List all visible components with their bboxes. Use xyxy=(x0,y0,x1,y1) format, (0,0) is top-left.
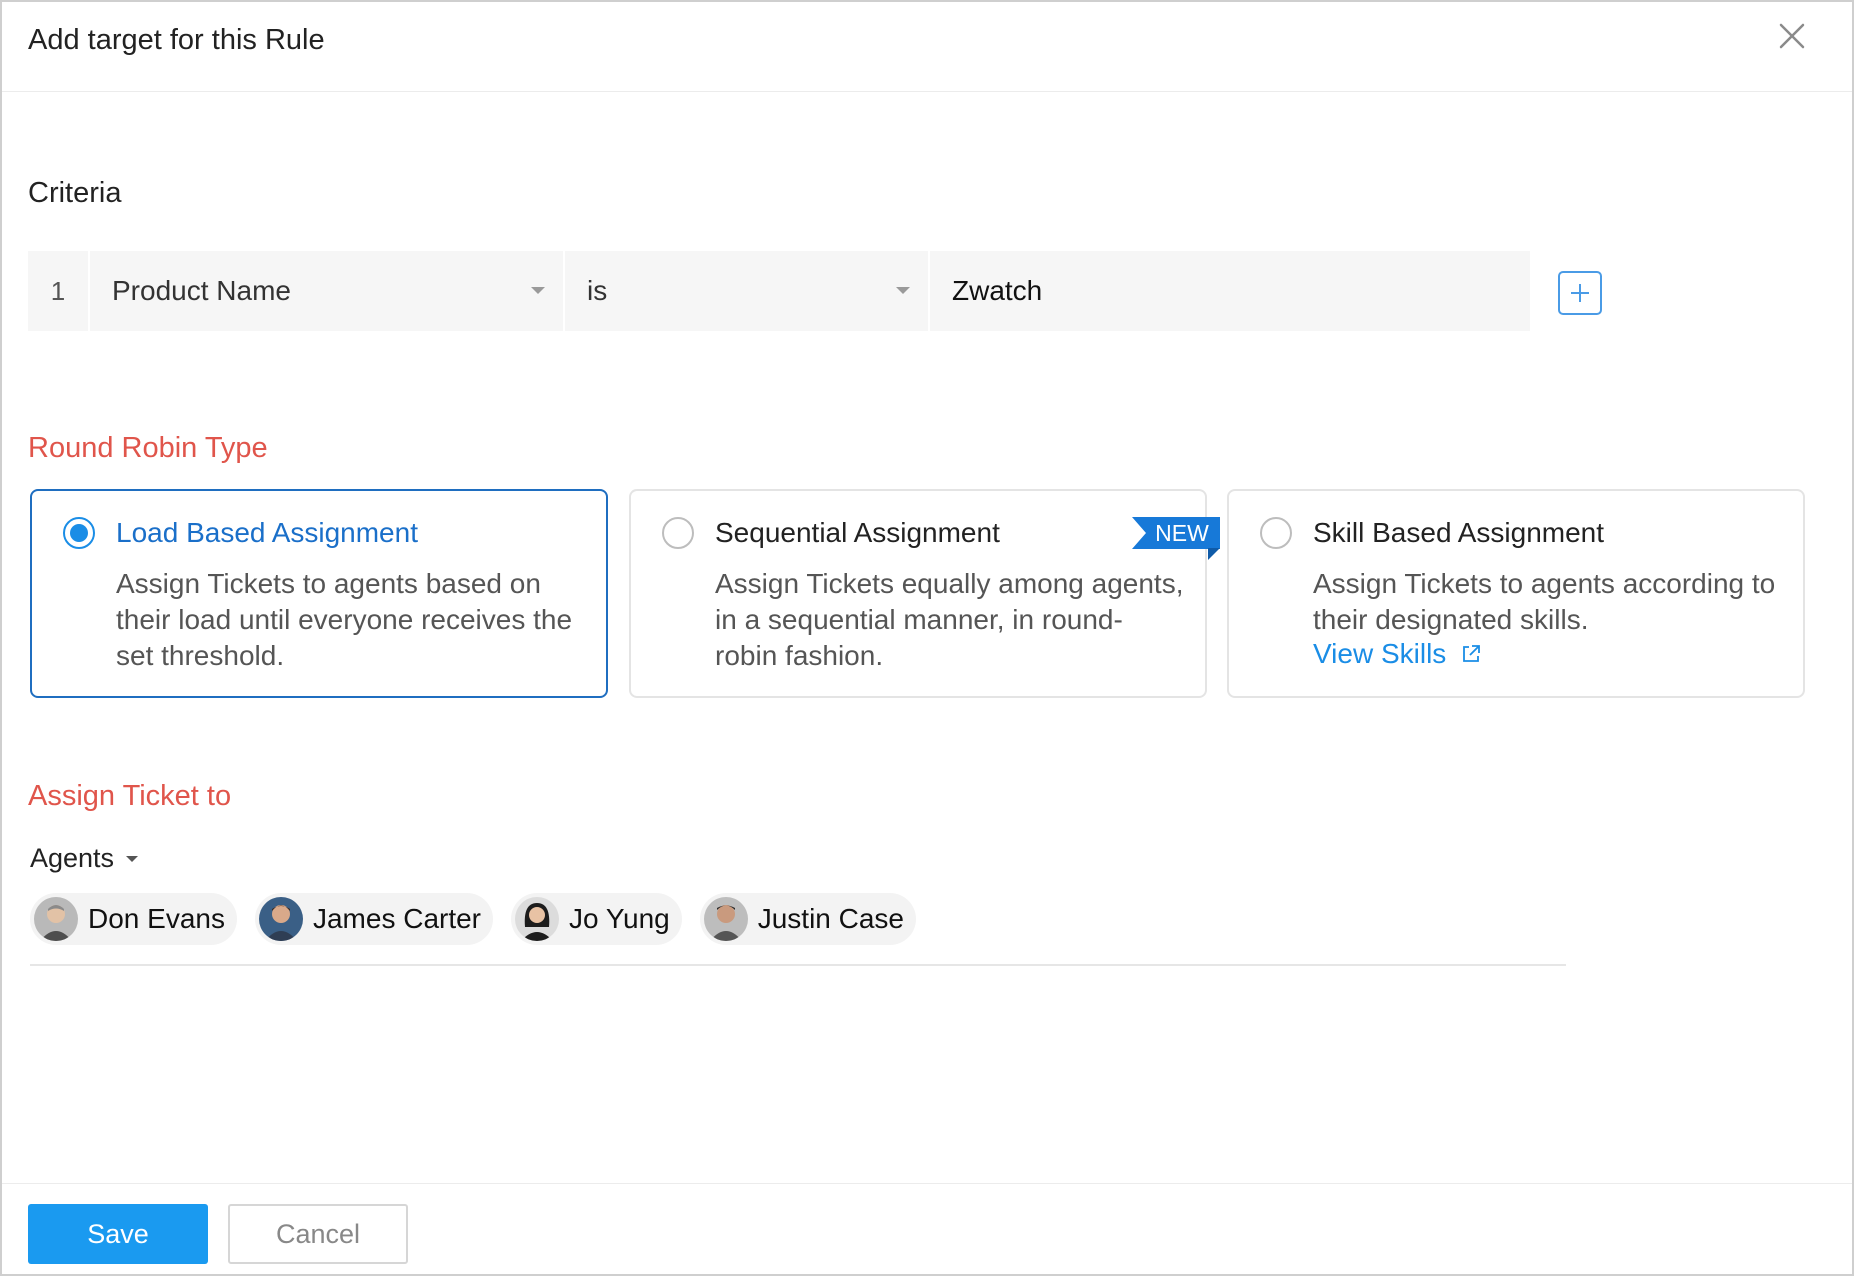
option-title: Skill Based Assignment xyxy=(1313,517,1605,548)
add-target-dialog: Add target for this Rule Criteria 1 Prod… xyxy=(0,0,1854,1276)
criteria-label: Criteria xyxy=(28,177,122,209)
assign-ticket-label: Assign Ticket to xyxy=(28,780,232,812)
close-icon[interactable] xyxy=(1776,20,1808,52)
avatar xyxy=(703,897,748,941)
radio-skill-based[interactable] xyxy=(1260,517,1292,549)
agent-chips[interactable]: Don Evans James Carter Jo Yung Justin Ca… xyxy=(30,893,1566,966)
assign-type-value: Agents xyxy=(30,843,115,873)
criteria-index: 1 xyxy=(28,251,90,331)
criteria-operator-value: is xyxy=(587,275,608,306)
round-robin-type-label: Round Robin Type xyxy=(28,432,268,464)
radio-load-based[interactable] xyxy=(63,517,95,549)
dialog-title: Add target for this Rule xyxy=(28,24,325,56)
badge-fold xyxy=(1208,548,1220,560)
criteria-value-text: Zwatch xyxy=(952,275,1043,306)
criteria-field-value: Product Name xyxy=(112,275,291,306)
view-skills-link[interactable]: View Skills xyxy=(1313,638,1482,670)
external-link-icon xyxy=(1463,645,1480,662)
dialog-header: Add target for this Rule xyxy=(2,2,1852,92)
agent-chip[interactable]: Justin Case xyxy=(699,893,917,945)
agent-name: Justin Case xyxy=(757,903,905,934)
agent-chip[interactable]: Don Evans xyxy=(30,893,237,945)
view-skills-label: View Skills xyxy=(1313,638,1447,669)
avatar xyxy=(515,897,560,941)
option-skill-based[interactable]: Skill Based Assignment Assign Tickets to… xyxy=(1227,489,1805,698)
agent-chip[interactable]: James Carter xyxy=(254,893,494,945)
agent-name: James Carter xyxy=(312,903,482,934)
radio-sequential[interactable] xyxy=(662,517,694,549)
option-load-based[interactable]: Load Based Assignment Assign Tickets to … xyxy=(30,489,608,698)
cancel-button[interactable]: Cancel xyxy=(228,1204,408,1264)
avatar xyxy=(34,897,78,941)
option-description: Assign Tickets to agents according to th… xyxy=(1313,568,1776,635)
add-criteria-button[interactable] xyxy=(1558,271,1602,315)
option-title: Sequential Assignment xyxy=(715,517,1000,548)
criteria-field-select[interactable]: Product Name xyxy=(90,251,565,331)
criteria-operator-select[interactable]: is xyxy=(565,251,930,331)
option-description: Assign Tickets to agents based on their … xyxy=(116,568,573,671)
dialog-footer: Save Cancel xyxy=(2,1183,1852,1274)
chevron-down-icon xyxy=(531,287,545,294)
avatar xyxy=(258,897,303,941)
save-button[interactable]: Save xyxy=(28,1204,208,1264)
agent-chip[interactable]: Jo Yung xyxy=(511,893,682,945)
assign-type-dropdown[interactable]: Agents xyxy=(30,843,139,874)
chevron-down-icon xyxy=(896,287,910,294)
criteria-value-input[interactable]: Zwatch xyxy=(930,251,1530,331)
option-title: Load Based Assignment xyxy=(116,517,418,548)
agent-name: Jo Yung xyxy=(569,903,670,934)
criteria-row: 1 Product Name is Zwatch xyxy=(28,251,1530,331)
option-sequential[interactable]: Sequential Assignment Assign Tickets equ… xyxy=(629,489,1207,698)
caret-down-icon xyxy=(126,855,139,862)
option-description: Assign Tickets equally among agents, in … xyxy=(715,568,1184,671)
agent-name: Don Evans xyxy=(88,903,225,934)
